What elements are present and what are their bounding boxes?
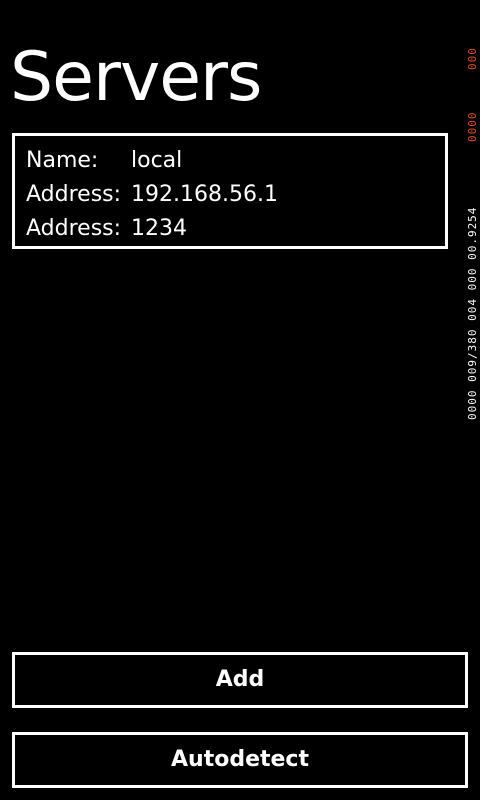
frame-rate-counter: 000 0000 0000 009/380 004 000 00.9254 — [466, 30, 480, 420]
server-port-label: Address: — [26, 216, 122, 241]
autodetect-button[interactable]: Autodetect — [12, 732, 468, 788]
server-port-value: 1234 — [131, 216, 187, 241]
server-address-label: Address: — [26, 182, 122, 207]
server-address-value: 192.168.56.1 — [131, 182, 278, 207]
frame-rate-counter-segment: 0000 009/380 004 000 00.9254 — [466, 206, 479, 420]
server-address-row: Address: 192.168.56.1 — [26, 178, 445, 212]
server-list: Name: local Address: 192.168.56.1 Addres… — [12, 133, 448, 249]
server-name-value: local — [131, 148, 183, 173]
server-list-item[interactable]: Name: local Address: 192.168.56.1 Addres… — [12, 133, 448, 249]
page-title: Servers — [10, 38, 262, 117]
server-port-row: Address: 1234 — [26, 212, 445, 246]
frame-rate-counter-segment: 0000 — [466, 111, 479, 143]
frame-rate-counter-segment: 000 — [466, 47, 479, 70]
server-name-label: Name: — [26, 148, 99, 173]
add-button[interactable]: Add — [12, 652, 468, 708]
server-name-row: Name: local — [26, 144, 445, 178]
